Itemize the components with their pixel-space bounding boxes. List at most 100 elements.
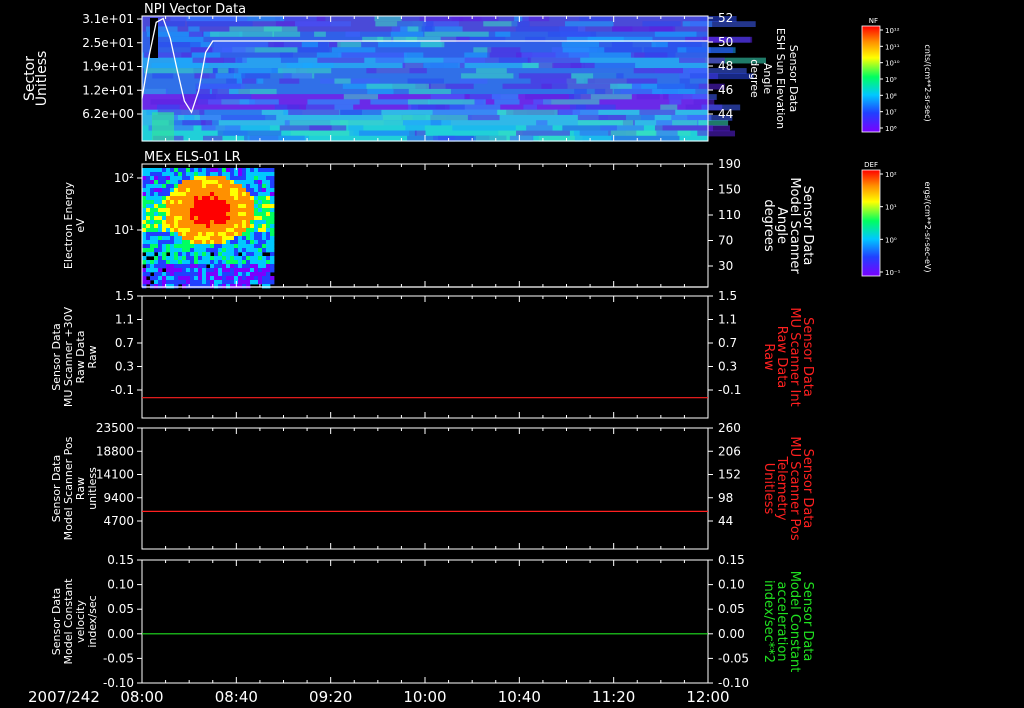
spectrogram-cell [142,240,147,245]
spectrogram-cell [600,125,644,132]
spectrogram-cell [142,284,147,289]
spectrogram-cell [639,109,676,116]
spectrogram-cell [270,216,275,221]
spectrogram-cell [234,264,239,269]
spectrogram-cell [174,180,179,185]
spectrogram-cell [226,196,231,201]
spectrogram-cell [166,216,171,221]
colorbar-tick-label: 10⁻¹ [885,269,901,277]
spectrogram-cell [150,220,155,225]
spectrogram-cell [295,21,352,28]
spectrogram-cell [202,212,207,217]
spectrogram-cell [246,284,251,289]
spectrogram-cell [242,204,247,209]
spectrogram-cell [230,168,235,173]
spectrogram-cell [238,236,243,241]
spectrogram-cell [190,216,195,221]
spectrogram-cell [254,240,259,245]
spectrogram-cell [178,228,183,233]
spectrogram-cell [162,224,167,229]
spectrogram-cell [158,196,163,201]
spectrogram-cell [218,264,223,269]
spectrogram-cell [206,244,211,249]
spectrogram-cell [262,284,267,289]
spectrogram-cell [218,192,223,197]
spectrogram-cell [170,228,175,233]
spectrogram-cell [579,16,611,22]
spectrogram-cell [174,240,179,245]
spectrogram-cell [218,184,223,189]
spectrogram-cell [418,26,433,33]
spectrogram-cell [226,192,231,197]
spectrogram-cell [250,264,255,269]
spectrogram-cell [170,224,175,229]
y-tick-label: 4700 [103,514,134,528]
y-tick-label: 14100 [96,468,134,482]
y-axis-label: Electron EnergyeV [62,181,87,269]
spectrogram-cell [642,21,681,28]
spectrogram-cell [222,268,227,273]
spectrogram-cell [218,268,223,273]
spectrogram-cell [226,228,231,233]
spectrogram-cell [654,125,714,132]
spectrogram-cell [206,196,211,201]
spectrogram-cell [226,240,231,245]
spectrogram-cell [511,21,530,28]
spectrogram-cell [242,236,247,241]
spectrogram-cell [214,268,219,273]
spectrogram-cell [198,276,203,281]
spectrogram-cell [206,176,211,181]
spectrogram-cell [254,208,259,213]
spectrogram-cell [238,260,243,265]
spectrogram-cell [375,57,405,64]
spectrogram-cell [214,232,219,237]
spectrogram-cell [576,104,616,111]
spectrogram-cell [154,264,159,269]
spectrogram-cell [218,200,223,205]
spectrogram-cell [162,196,167,201]
spectrogram-cell [206,228,211,233]
spectrogram-cell [178,244,183,249]
y2-tick-label: -0.05 [718,651,749,665]
spectrogram-cell [226,200,231,205]
spectrogram-cell [234,208,239,213]
spectrogram-cell [302,62,313,69]
spectrogram-cell [202,228,207,233]
spectrogram-cell [158,220,163,225]
spectrogram-cell [178,272,183,277]
spectrogram-cell [279,52,294,59]
spectrogram-cell [162,188,167,193]
spectrogram-cell [186,216,191,221]
colorbar-1: NF 10¹² 10¹¹ 10¹⁰ 10⁹ 10⁸ 10⁷ 10⁶ cnts/(cm**2-sr… [861,17,932,133]
spectrogram-cell [150,248,155,253]
spectrogram-cell [166,268,171,273]
spectrogram-cell [218,168,223,173]
spectrogram-cell [541,83,611,90]
spectrogram-cell [146,172,151,177]
spectrogram-cell [170,284,175,289]
y2-tick-label: 44 [718,514,733,528]
spectrogram-cell [198,248,203,253]
spectrogram-cell [254,176,259,181]
spectrogram-cell [266,272,271,277]
y-tick-label: 6.2e+00 [82,107,134,121]
left-y-axis: 23500 18800 14100 9400 4700 [96,421,142,528]
spectrogram-cell [150,184,155,189]
spectrogram-cell [158,216,163,221]
y2-tick-label: 48 [718,59,733,73]
spectrogram-cell [246,172,251,177]
spectrogram-cell [202,272,207,277]
spectrogram-cell [250,216,255,221]
spectrogram-cell [174,248,179,253]
spectrogram-cell [198,240,203,245]
spectrogram-cell [178,236,183,241]
spectrogram-cell [250,176,255,181]
spectrogram-cell [651,42,668,48]
spectrogram-cell [198,280,203,285]
y2-tick-label: 150 [718,183,741,197]
spectrogram-cell [242,184,247,189]
spectrogram-cell [170,252,175,257]
spectrogram-cell [194,284,199,289]
spectrogram-cell [238,180,243,185]
spectrogram-cell [290,130,354,137]
